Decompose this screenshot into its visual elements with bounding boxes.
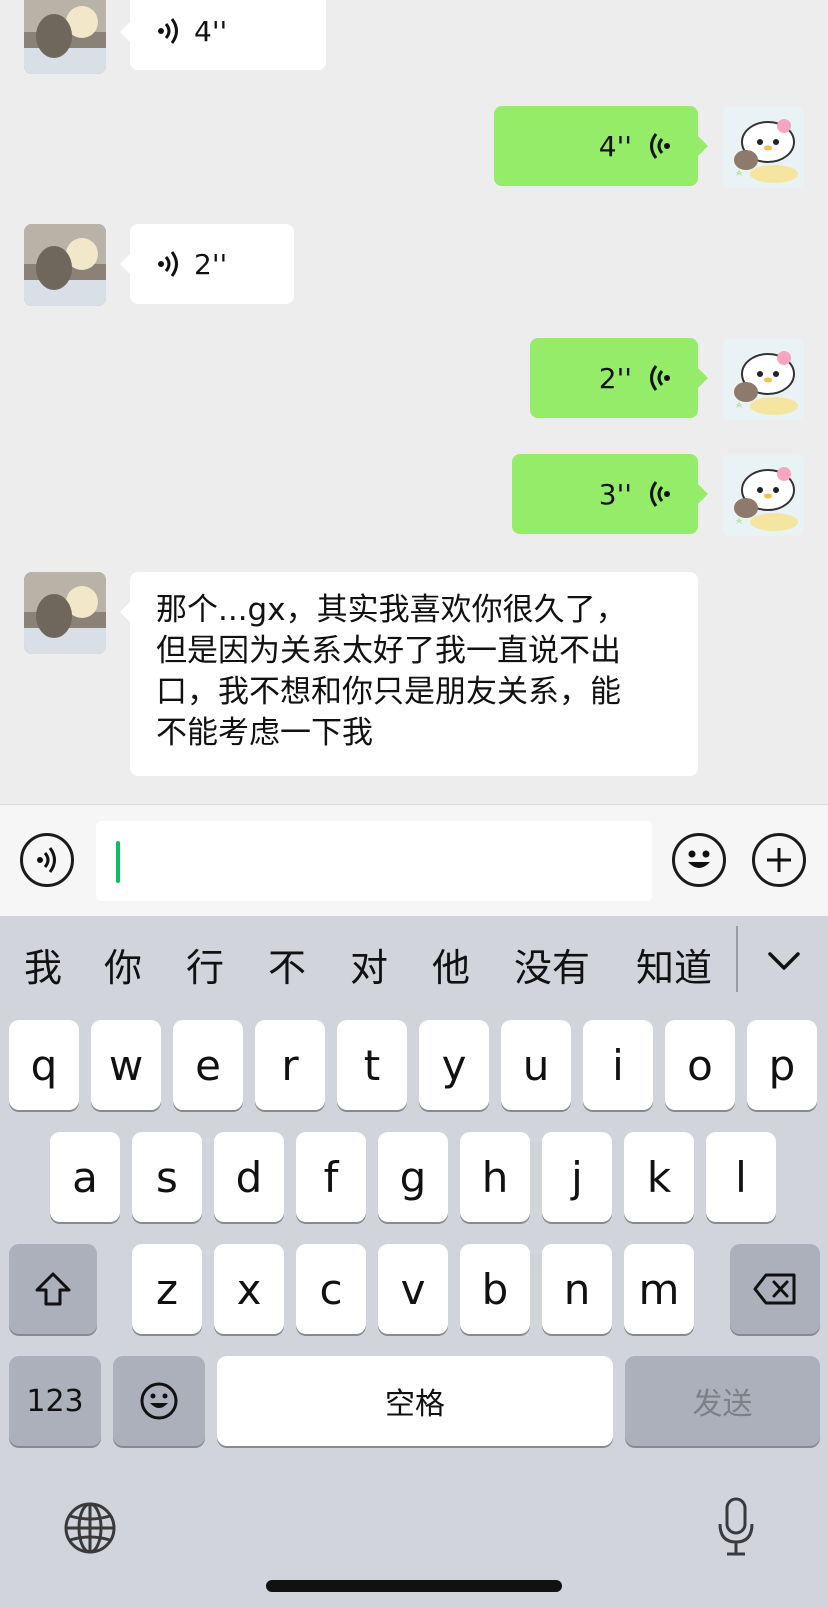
key-a[interactable]: a [50, 1132, 120, 1222]
key-t[interactable]: t [337, 1020, 407, 1110]
emoji-key[interactable] [113, 1356, 205, 1446]
candidate-word[interactable]: 对 [350, 944, 388, 992]
emoji-icon [140, 1382, 178, 1420]
globe-icon[interactable] [62, 1500, 118, 1556]
message-line: 但是因为关系太好了我一直说不出 [156, 633, 621, 669]
key-u[interactable]: u [501, 1020, 571, 1110]
my-avatar[interactable] [722, 454, 804, 536]
space-key[interactable]: 空格 [217, 1356, 613, 1446]
shift-key[interactable] [9, 1244, 97, 1334]
text-caret [116, 841, 120, 883]
more-button[interactable] [752, 833, 806, 887]
key-h[interactable]: h [460, 1132, 530, 1222]
key-z[interactable]: z [132, 1244, 202, 1334]
message-input[interactable] [96, 821, 652, 901]
keyboard: 我 你 行 不 对 他 没有 知道 q w e r t y u i o p a … [0, 916, 828, 1607]
key-p[interactable]: p [747, 1020, 817, 1110]
text-message[interactable]: 那个...gx，其实我喜欢你很久了， 但是因为关系太好了我一直说不出 口，我不想… [120, 572, 698, 776]
microphone-icon[interactable] [716, 1496, 756, 1558]
key-j[interactable]: j [542, 1132, 612, 1222]
candidate-divider [736, 926, 738, 992]
contact-avatar[interactable] [24, 572, 106, 654]
voice-duration: 4'' [194, 14, 228, 48]
key-x[interactable]: x [214, 1244, 284, 1334]
my-avatar[interactable] [722, 106, 804, 188]
key-l[interactable]: l [706, 1132, 776, 1222]
home-indicator[interactable] [266, 1580, 562, 1592]
voice-duration: 3'' [598, 477, 632, 511]
key-m[interactable]: m [624, 1244, 694, 1334]
voice-message[interactable]: 4'' [120, 0, 326, 70]
message-line: 不能考虑一下我 [156, 715, 373, 751]
key-v[interactable]: v [378, 1244, 448, 1334]
candidate-word[interactable]: 行 [186, 944, 224, 992]
key-n[interactable]: n [542, 1244, 612, 1334]
send-key[interactable]: 发送 [625, 1356, 820, 1446]
backspace-key[interactable] [730, 1244, 820, 1334]
key-w[interactable]: w [91, 1020, 161, 1110]
key-k[interactable]: k [624, 1132, 694, 1222]
message-line: 那个...gx，其实我喜欢你很久了， [156, 592, 627, 628]
voice-mode-button[interactable] [20, 833, 74, 887]
key-o[interactable]: o [665, 1020, 735, 1110]
numbers-key[interactable]: 123 [9, 1356, 101, 1446]
voice-wave-icon [650, 133, 670, 159]
candidate-word[interactable]: 没有 [514, 944, 590, 992]
voice-message[interactable]: 3'' [512, 454, 708, 534]
candidate-word[interactable]: 你 [104, 944, 142, 992]
emoji-button[interactable] [672, 833, 726, 887]
input-bar [0, 804, 828, 917]
contact-avatar[interactable] [24, 0, 106, 74]
key-s[interactable]: s [132, 1132, 202, 1222]
key-c[interactable]: c [296, 1244, 366, 1334]
voice-duration: 2'' [194, 247, 228, 281]
my-avatar[interactable] [722, 338, 804, 420]
candidate-word[interactable]: 知道 [636, 944, 712, 992]
key-i[interactable]: i [583, 1020, 653, 1110]
candidate-word[interactable]: 我 [24, 944, 62, 992]
key-e[interactable]: e [173, 1020, 243, 1110]
message-line: 口，我不想和你只是朋友关系，能 [156, 674, 621, 710]
chevron-down-icon[interactable] [764, 942, 804, 982]
emoji-icon [688, 850, 710, 868]
voice-message[interactable]: 2'' [530, 338, 708, 418]
key-y[interactable]: y [419, 1020, 489, 1110]
key-q[interactable]: q [9, 1020, 79, 1110]
key-f[interactable]: f [296, 1132, 366, 1222]
shift-icon [35, 1272, 71, 1306]
chat-area[interactable]: 4'' 4'' 2'' 2'' 3'' 那个...gx，其实我喜欢你很久了， 但… [0, 0, 828, 804]
voice-wave-icon [158, 18, 178, 44]
voice-wave-icon [650, 481, 670, 507]
candidate-word[interactable]: 不 [268, 944, 306, 992]
voice-mode-icon [37, 847, 56, 873]
candidate-bar: 我 你 行 不 对 他 没有 知道 [0, 916, 828, 1016]
voice-duration: 4'' [598, 129, 632, 163]
key-d[interactable]: d [214, 1132, 284, 1222]
voice-message[interactable]: 2'' [120, 224, 294, 304]
plus-icon [767, 848, 791, 872]
voice-message[interactable]: 4'' [494, 106, 708, 186]
contact-avatar[interactable] [24, 224, 106, 306]
backspace-icon [753, 1273, 796, 1305]
voice-wave-icon [158, 251, 178, 277]
key-r[interactable]: r [255, 1020, 325, 1110]
voice-wave-icon [650, 365, 670, 391]
key-g[interactable]: g [378, 1132, 448, 1222]
candidate-word[interactable]: 他 [432, 944, 470, 992]
voice-duration: 2'' [598, 361, 632, 395]
key-b[interactable]: b [460, 1244, 530, 1334]
